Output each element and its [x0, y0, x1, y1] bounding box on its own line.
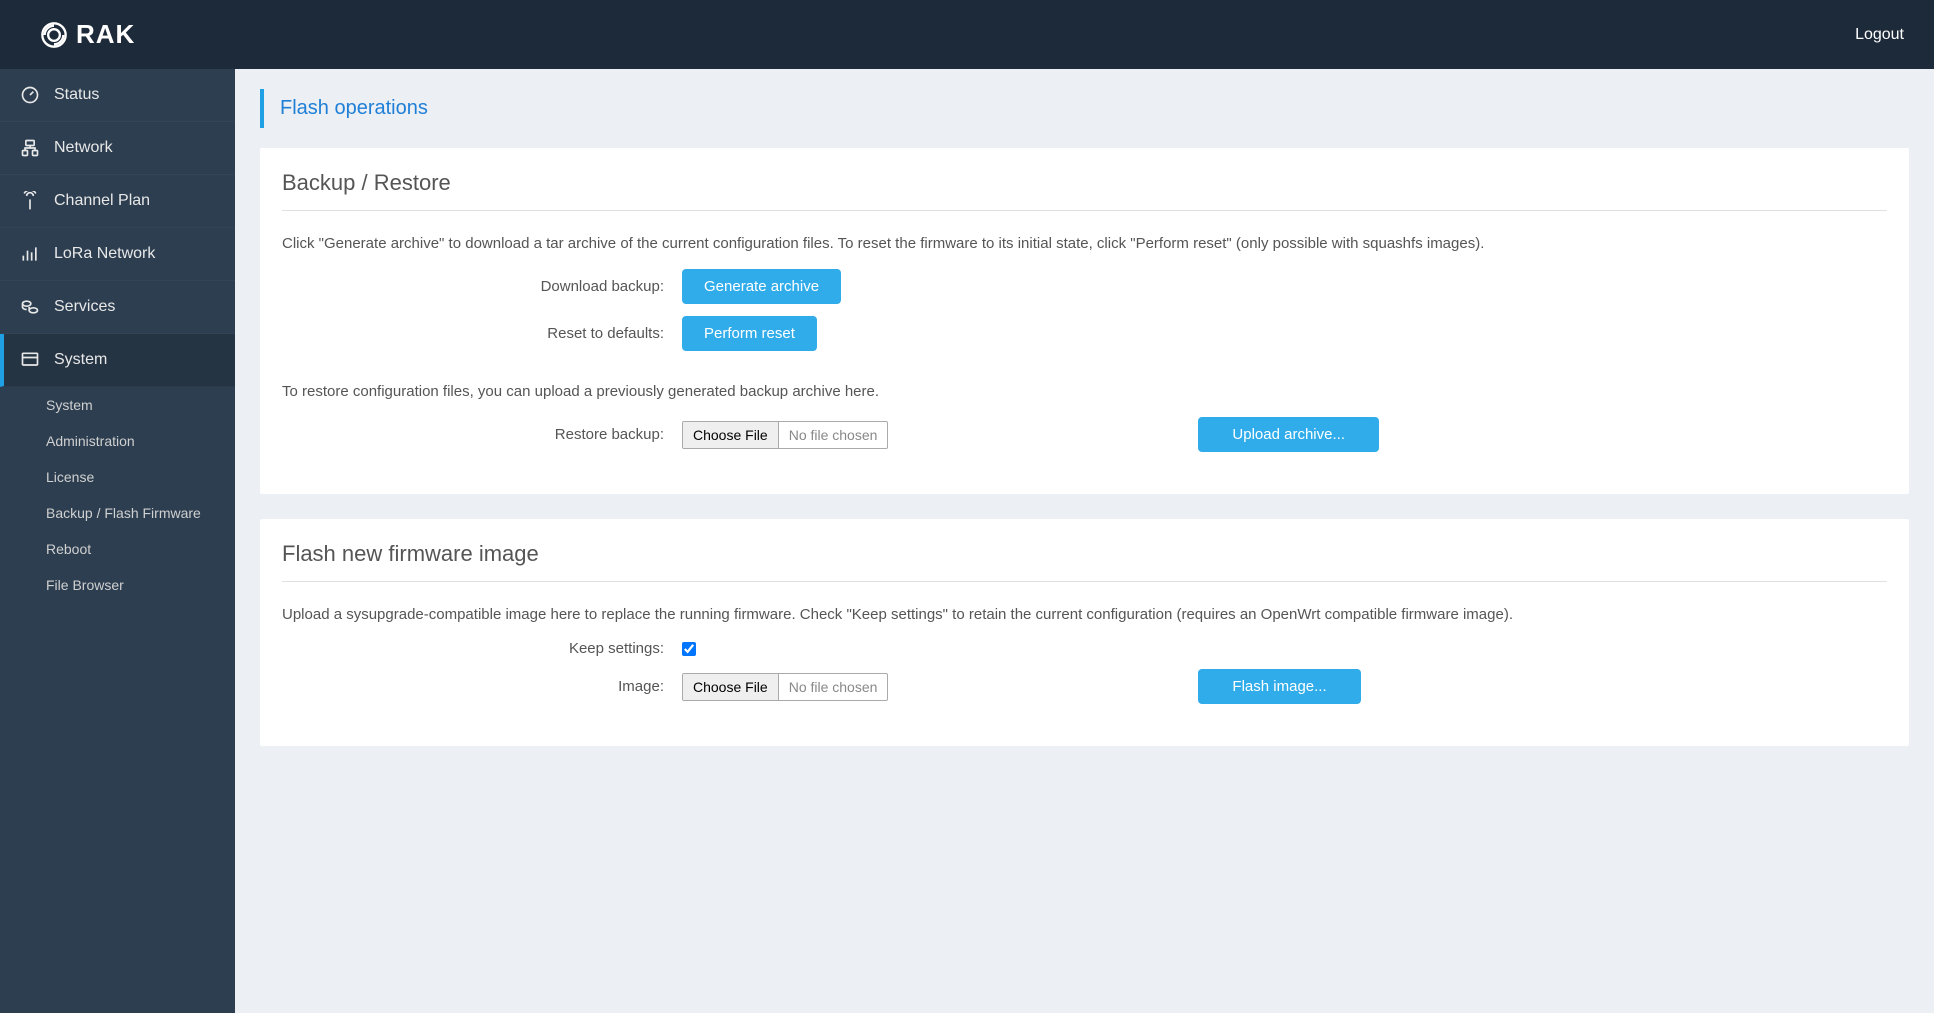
- services-icon: [20, 297, 40, 317]
- system-icon: [20, 350, 40, 370]
- sidebar-item-status[interactable]: Status: [0, 69, 235, 122]
- restore-description: To restore configuration files, you can …: [282, 381, 1887, 402]
- image-file-input[interactable]: Choose File No file chosen: [682, 673, 888, 701]
- sidebar: Status Network Channel Plan LoRa Network…: [0, 69, 235, 1013]
- choose-file-button[interactable]: Choose File: [683, 674, 779, 700]
- sidebar-sub-system[interactable]: System: [0, 387, 235, 423]
- keep-settings-checkbox[interactable]: [682, 642, 696, 656]
- sidebar-sub-file-browser[interactable]: File Browser: [0, 567, 235, 603]
- backup-description: Click "Generate archive" to download a t…: [282, 233, 1887, 254]
- sidebar-item-channel-plan[interactable]: Channel Plan: [0, 175, 235, 228]
- sidebar-sub-license[interactable]: License: [0, 459, 235, 495]
- generate-archive-button[interactable]: Generate archive: [682, 269, 841, 304]
- network-icon: [20, 138, 40, 158]
- flash-heading: Flash new firmware image: [282, 541, 1887, 582]
- sidebar-item-lora[interactable]: LoRa Network: [0, 228, 235, 281]
- perform-reset-button[interactable]: Perform reset: [682, 316, 817, 351]
- antenna-icon: [20, 191, 40, 211]
- sidebar-sub-administration[interactable]: Administration: [0, 423, 235, 459]
- sidebar-sub-backup[interactable]: Backup / Flash Firmware: [0, 495, 235, 531]
- gauge-icon: [20, 85, 40, 105]
- header: RAK Logout: [0, 0, 1934, 69]
- backup-heading: Backup / Restore: [282, 170, 1887, 211]
- bars-icon: [20, 244, 40, 264]
- reset-defaults-label: Reset to defaults:: [282, 325, 682, 342]
- main-content: Flash operations Backup / Restore Click …: [235, 69, 1934, 1013]
- download-backup-label: Download backup:: [282, 278, 682, 295]
- choose-file-button[interactable]: Choose File: [683, 422, 779, 448]
- sidebar-sub-reboot[interactable]: Reboot: [0, 531, 235, 567]
- logout-link[interactable]: Logout: [1855, 26, 1904, 44]
- sidebar-item-label: Status: [54, 86, 99, 104]
- rak-logo-icon: [40, 21, 68, 49]
- file-status-text: No file chosen: [779, 679, 888, 695]
- brand-text: RAK: [76, 19, 135, 50]
- tab-bar: Flash operations: [260, 89, 1909, 128]
- sidebar-item-label: Services: [54, 298, 115, 316]
- sidebar-item-system[interactable]: System: [0, 334, 235, 387]
- backup-restore-card: Backup / Restore Click "Generate archive…: [260, 148, 1909, 494]
- flash-firmware-card: Flash new firmware image Upload a sysupg…: [260, 519, 1909, 746]
- upload-archive-button[interactable]: Upload archive...: [1198, 417, 1379, 452]
- restore-backup-label: Restore backup:: [282, 426, 682, 443]
- sidebar-item-label: System: [54, 351, 107, 369]
- restore-file-input[interactable]: Choose File No file chosen: [682, 421, 888, 449]
- sidebar-item-label: Channel Plan: [54, 192, 150, 210]
- brand-logo: RAK: [40, 19, 135, 50]
- sidebar-item-label: Network: [54, 139, 113, 157]
- image-label: Image:: [282, 678, 682, 695]
- sidebar-item-network[interactable]: Network: [0, 122, 235, 175]
- sidebar-item-services[interactable]: Services: [0, 281, 235, 334]
- file-status-text: No file chosen: [779, 427, 888, 443]
- tab-flash-operations[interactable]: Flash operations: [280, 97, 428, 119]
- keep-settings-label: Keep settings:: [282, 640, 682, 657]
- flash-image-button[interactable]: Flash image...: [1198, 669, 1360, 704]
- sidebar-item-label: LoRa Network: [54, 245, 155, 263]
- flash-description: Upload a sysupgrade-compatible image her…: [282, 604, 1887, 625]
